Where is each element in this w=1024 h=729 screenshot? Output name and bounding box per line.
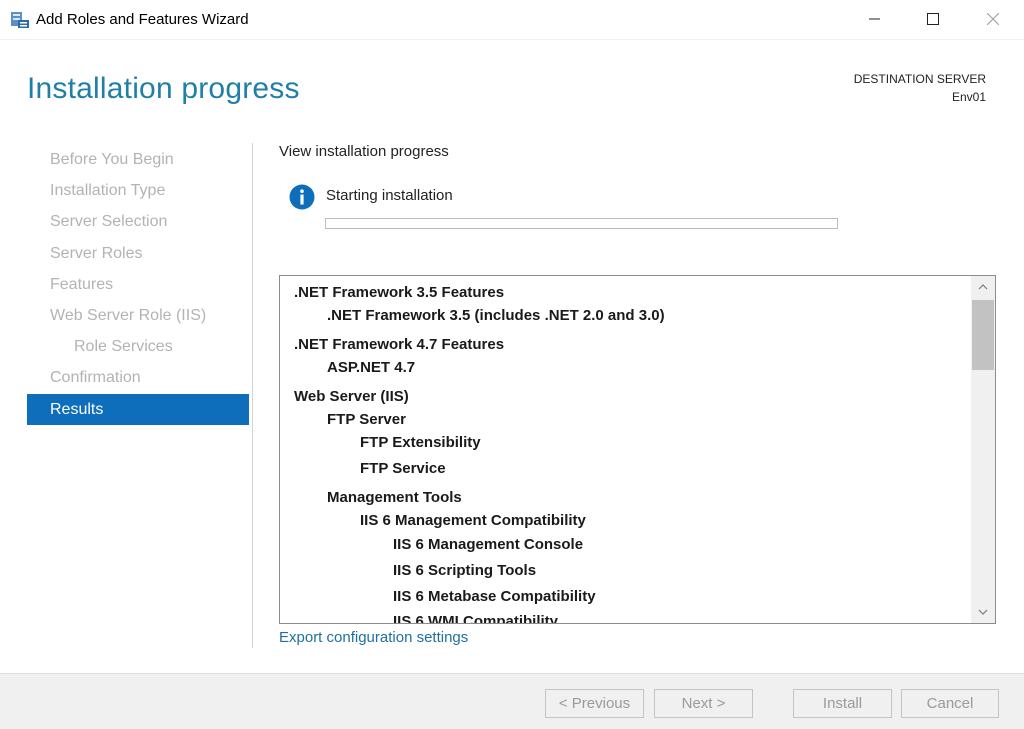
scrollbar-thumb[interactable] (972, 300, 994, 370)
status-text: Starting installation (326, 187, 453, 204)
close-button[interactable] (970, 0, 1016, 38)
install-button[interactable]: Install (793, 689, 892, 718)
nav-item-server-roles: Server Roles (50, 244, 143, 262)
nav-item-role-services: Role Services (74, 338, 173, 356)
nav-item-server-selection: Server Selection (50, 213, 168, 231)
list-item: .NET Framework 4.7 Features (294, 336, 505, 353)
wizard-nav: Before You Begin Installation Type Serve… (27, 144, 249, 425)
nav-item-web-server-role: Web Server Role (IIS) (50, 306, 207, 324)
list-item: FTP Server (327, 411, 406, 428)
close-icon (987, 13, 999, 25)
minimize-button[interactable] (852, 0, 898, 38)
nav-item-confirmation: Confirmation (50, 369, 141, 387)
list-item: FTP Extensibility (360, 434, 481, 451)
title-bar: Add Roles and Features Wizard (0, 0, 1024, 40)
list-item: Management Tools (327, 489, 462, 506)
scroll-down-button[interactable] (971, 601, 995, 623)
info-icon (289, 184, 315, 210)
list-item: IIS 6 Management Compatibility (360, 512, 586, 529)
destination-server-name: Env01 (951, 90, 986, 104)
nav-item-features: Features (50, 275, 114, 293)
wizard-footer: < Previous Next > Install Cancel (0, 673, 1024, 729)
list-item: IIS 6 Management Console (393, 536, 584, 553)
list-item: Web Server (IIS) (294, 388, 409, 405)
export-configuration-link[interactable]: Export configuration settings (279, 629, 468, 646)
next-button[interactable]: Next > (654, 689, 753, 718)
list-item: .NET Framework 3.5 (includes .NET 2.0 an… (327, 307, 665, 324)
destination-server-label: DESTINATION SERVER (853, 72, 986, 86)
nav-divider (252, 143, 253, 648)
vertical-scrollbar[interactable] (971, 276, 995, 623)
list-item: IIS 6 Metabase Compatibility (393, 588, 596, 605)
list-item: .NET Framework 3.5 Features (294, 284, 505, 301)
minimize-icon (869, 18, 880, 20)
list-item: IIS 6 Scripting Tools (393, 562, 537, 579)
feature-list[interactable]: .NET Framework 3.5 Features .NET Framewo… (279, 275, 996, 624)
previous-button[interactable]: < Previous (545, 689, 644, 718)
list-item: IIS 6 WMI Compatibility (393, 613, 559, 624)
window-title: Add Roles and Features Wizard (36, 11, 249, 28)
nav-item-before-you-begin: Before You Begin (50, 151, 174, 168)
chevron-down-icon (978, 609, 988, 615)
maximize-icon (927, 13, 939, 25)
section-heading: View installation progress (279, 143, 449, 160)
server-manager-icon (10, 10, 30, 30)
list-item: ASP.NET 4.7 (327, 359, 416, 376)
nav-item-installation-type: Installation Type (50, 182, 166, 200)
cancel-button[interactable]: Cancel (901, 689, 999, 718)
page-title: Installation progress (27, 72, 300, 105)
chevron-up-icon (978, 284, 988, 290)
maximize-button[interactable] (910, 0, 956, 38)
list-item: FTP Service (360, 460, 446, 477)
nav-item-results[interactable]: Results (27, 393, 249, 425)
scroll-up-button[interactable] (971, 276, 995, 298)
installation-progress-bar (325, 218, 838, 229)
